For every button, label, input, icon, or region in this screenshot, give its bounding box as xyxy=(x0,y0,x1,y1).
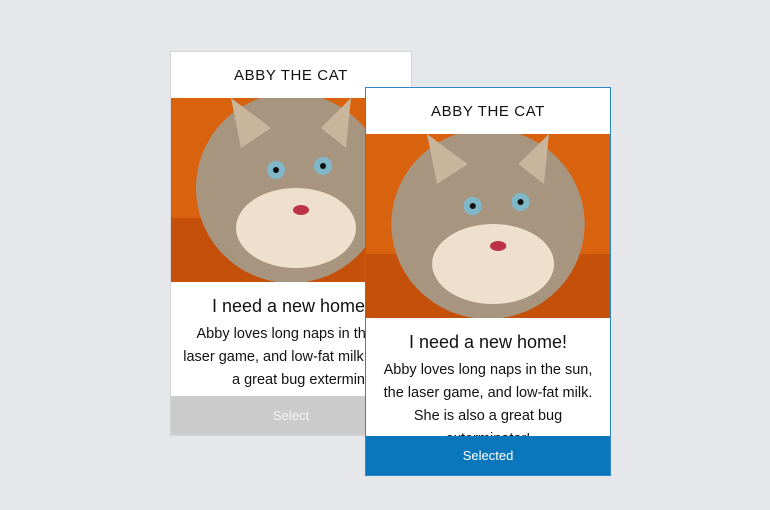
selected-button[interactable]: Selected xyxy=(366,436,610,475)
cat-photo xyxy=(366,134,610,318)
card-header: ABBY THE CAT xyxy=(431,102,545,120)
card-title: I need a new home! xyxy=(408,332,568,352)
cat-card-selected[interactable]: ABBY THE CAT I need a new home! Abby lov… xyxy=(365,87,611,476)
